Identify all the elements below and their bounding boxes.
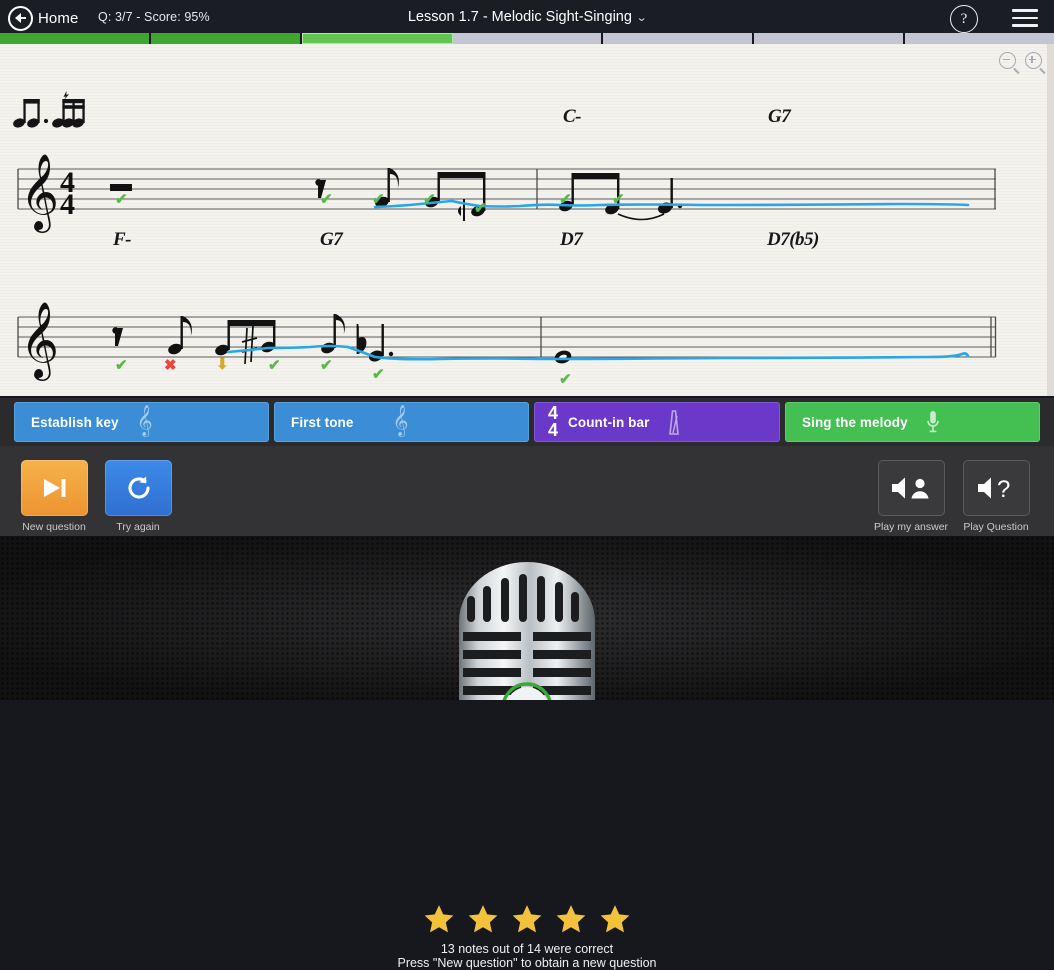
skip-forward-icon bbox=[43, 479, 65, 497]
play-my-answer-button[interactable] bbox=[878, 460, 945, 516]
home-label: Home bbox=[38, 9, 79, 27]
metronome-icon bbox=[669, 410, 680, 435]
star-filled-icon bbox=[556, 905, 586, 933]
star-filled-icon bbox=[424, 905, 454, 933]
try-again-button[interactable] bbox=[105, 460, 172, 516]
back-arrow-icon bbox=[8, 5, 33, 31]
vintage-microphone-icon bbox=[459, 562, 595, 700]
feedback-mark-incorrect: ✖ bbox=[164, 357, 177, 374]
progress-segment bbox=[150, 33, 302, 44]
star-filled-icon bbox=[468, 905, 498, 933]
new-question-button[interactable] bbox=[21, 460, 88, 516]
progress-segment bbox=[603, 33, 755, 44]
feedback-mark-correct: ✔ bbox=[559, 371, 572, 388]
feedback-mark-correct: ✔ bbox=[115, 357, 128, 374]
staff2-feedback-marks: ✔ ✖ ⬇ ✔ ✔ ✔ ✔ bbox=[0, 44, 1054, 396]
progress-segment-current bbox=[301, 33, 453, 44]
speaker-question-icon: ? bbox=[977, 476, 1010, 501]
feedback-mark-flat: ⬇ bbox=[216, 356, 229, 373]
progress-segment bbox=[0, 33, 151, 44]
progress-segment bbox=[452, 33, 604, 44]
progress-segment bbox=[905, 33, 1054, 44]
app-header: Home Q: 3/7 - Score: 95% Lesson 1.7 - Me… bbox=[0, 0, 1054, 36]
treble-clef-icon: 𝄞 bbox=[392, 405, 409, 435]
result-line-1: 13 notes out of 14 were correct bbox=[440, 942, 614, 956]
feedback-mark-correct: ✔ bbox=[372, 366, 385, 383]
exercise-action-bar: Establish key 𝄞 First tone 𝄞 4 4 Count-i… bbox=[0, 398, 1054, 446]
establish-key-button[interactable]: Establish key 𝄞 bbox=[14, 402, 269, 442]
establish-key-label: Establish key bbox=[31, 414, 119, 430]
first-tone-label: First tone bbox=[291, 414, 354, 430]
star-rating bbox=[0, 905, 1054, 934]
playback-control-bar: New question Try again 13 notes out of 1… bbox=[0, 446, 1054, 970]
question-score-status: Q: 3/7 - Score: 95% bbox=[98, 10, 210, 24]
reload-icon bbox=[128, 476, 150, 499]
play-question-label: Play Question bbox=[963, 521, 1029, 533]
lesson-dropdown[interactable] bbox=[406, 4, 656, 32]
hamburger-icon[interactable] bbox=[1012, 7, 1038, 29]
time-signature-icon: 4 4 bbox=[548, 405, 559, 440]
count-in-bar-label: Count-in bar bbox=[568, 414, 650, 430]
sing-the-melody-button[interactable]: Sing the melody bbox=[785, 402, 1040, 442]
star-filled-icon bbox=[600, 905, 630, 933]
microphone-panel bbox=[0, 536, 1054, 700]
home-button[interactable]: Home bbox=[8, 4, 78, 32]
feedback-mark-correct: ✔ bbox=[320, 357, 333, 374]
svg-text:?: ? bbox=[997, 476, 1010, 501]
microphone-icon bbox=[926, 411, 939, 433]
play-question-button[interactable]: ? bbox=[963, 460, 1030, 516]
treble-clef-icon: 𝄞 bbox=[136, 405, 153, 435]
score-sheet: C- G7 𝄞 4 4 ✔ ✔ ✔ ✔ ✔ ✔ ✔ F- G7 D7 D7(b5… bbox=[0, 44, 1054, 396]
speaker-person-icon bbox=[891, 477, 928, 499]
try-again-label: Try again bbox=[116, 521, 160, 533]
question-progress-bar bbox=[0, 33, 1054, 44]
progress-segment bbox=[754, 33, 906, 44]
feedback-mark-correct: ✔ bbox=[268, 357, 281, 374]
help-icon[interactable]: ? bbox=[950, 5, 978, 33]
result-line-2: Press "New question" to obtain a new que… bbox=[397, 956, 657, 970]
time-signature-bottom: 4 bbox=[548, 420, 559, 440]
count-in-bar-button[interactable]: 4 4 Count-in bar bbox=[534, 402, 780, 442]
first-tone-button[interactable]: First tone 𝄞 bbox=[274, 402, 529, 442]
sing-the-melody-label: Sing the melody bbox=[802, 414, 908, 430]
star-filled-icon bbox=[512, 905, 542, 933]
